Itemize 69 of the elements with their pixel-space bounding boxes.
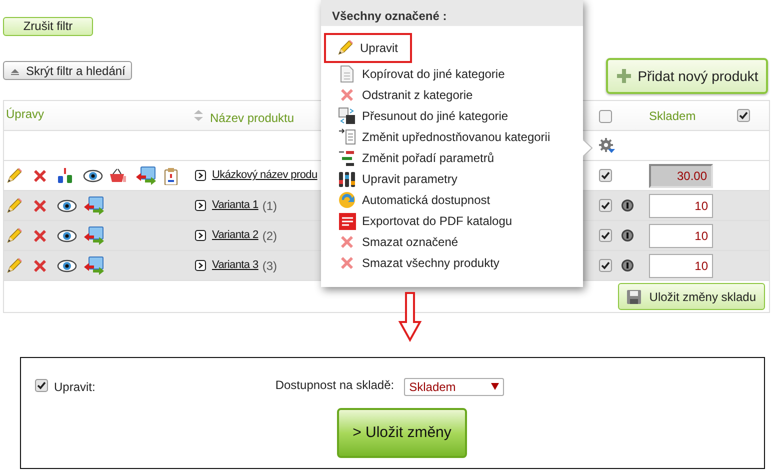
- stock-all-checkbox[interactable]: [737, 109, 750, 122]
- variant-count: (3): [262, 258, 278, 274]
- product-link[interactable]: Varianta 1: [212, 197, 258, 214]
- availability-select[interactable]: Skladem: [404, 378, 504, 396]
- pencil-icon[interactable]: [5, 256, 25, 274]
- expand-icon[interactable]: [195, 230, 206, 241]
- expand-icon[interactable]: [195, 260, 206, 271]
- basket-icon[interactable]: [109, 166, 129, 184]
- menu-pointer-icon: [583, 139, 593, 157]
- pdf-icon[interactable]: [338, 212, 356, 230]
- variant-count: (2): [262, 228, 278, 244]
- checkbox-label: Upravit:: [54, 379, 96, 396]
- stock-field[interactable]: 10: [649, 224, 713, 248]
- stock-field[interactable]: 10: [649, 254, 713, 278]
- menu-item[interactable]: Smazat všechny produkty: [326, 252, 508, 273]
- pencil-icon[interactable]: [5, 196, 25, 214]
- settings-icon[interactable]: [599, 138, 615, 154]
- edit-checkbox[interactable]: [35, 378, 48, 392]
- move-icon[interactable]: [338, 106, 356, 124]
- add-product-button[interactable]: Přidat nový produkt: [606, 58, 768, 94]
- sliders-icon[interactable]: [338, 170, 356, 188]
- menu-item[interactable]: Změnit pořadí parametrů: [326, 147, 502, 168]
- stock-field[interactable]: 30.00: [649, 164, 713, 188]
- menu-item[interactable]: Přesunout do jiné kategorie: [326, 105, 516, 126]
- save-stock-button[interactable]: Uložit změny skladu: [618, 283, 765, 310]
- row-checkbox[interactable]: [599, 259, 612, 272]
- dropdown-icon: [491, 383, 500, 390]
- info-icon: [621, 229, 634, 242]
- expand-icon[interactable]: [195, 170, 206, 181]
- save-changes-button[interactable]: > Uložit změny: [337, 408, 467, 458]
- reorder-icon[interactable]: [338, 148, 356, 166]
- swap-arrows-icon[interactable]: [83, 196, 105, 216]
- cancel-filter-button[interactable]: Zrušit filtr: [3, 17, 93, 36]
- pencil-icon[interactable]: [336, 39, 354, 57]
- stock-field[interactable]: 10: [649, 194, 713, 218]
- field-label: Dostupnost na skladě:: [275, 377, 394, 394]
- swap-arrows-icon[interactable]: [135, 166, 157, 186]
- info-icon: [621, 259, 634, 272]
- pencil-icon[interactable]: [5, 226, 25, 244]
- menu-title: Všechny označené :: [321, 0, 583, 26]
- clipboard-icon[interactable]: [163, 166, 179, 184]
- menu-item[interactable]: Automatická dostupnost: [326, 189, 498, 210]
- row-checkbox[interactable]: [599, 199, 612, 212]
- menu-item[interactable]: Smazat označené: [326, 231, 466, 252]
- menu-item[interactable]: Upravit parametry: [326, 168, 466, 189]
- info-icon: [621, 199, 634, 212]
- plus-icon: [616, 68, 632, 84]
- list-icon[interactable]: [338, 128, 356, 146]
- product-link[interactable]: Ukázkový název produ: [212, 167, 318, 184]
- row-checkbox[interactable]: [599, 169, 612, 182]
- menu-item[interactable]: Odstranit z kategorie: [326, 84, 481, 105]
- menu-item[interactable]: Upravit: [326, 35, 410, 61]
- menu-item[interactable]: Exportovat do PDF katalogu: [326, 210, 520, 231]
- down-arrow-icon: [398, 292, 422, 342]
- product-link[interactable]: Varianta 3: [212, 257, 258, 274]
- product-link[interactable]: Varianta 2: [212, 227, 258, 244]
- menu-item[interactable]: Změnit upřednostňovanou kategorii: [326, 126, 558, 147]
- expand-icon[interactable]: [195, 200, 206, 211]
- row-checkbox[interactable]: [599, 229, 612, 242]
- pencil-icon[interactable]: [5, 166, 25, 184]
- collapse-icon: [10, 66, 20, 74]
- hide-filter-button[interactable]: Skrýt filtr a hledání: [3, 61, 132, 80]
- swap-arrows-icon[interactable]: [83, 226, 105, 246]
- menu-item[interactable]: Kopírovat do jiné kategorie: [326, 63, 513, 84]
- variant-count: (1): [262, 198, 278, 214]
- select-all-checkbox[interactable]: [599, 110, 612, 122]
- swap-arrows-icon[interactable]: [83, 256, 105, 276]
- document-icon[interactable]: [338, 64, 356, 82]
- floppy-icon: [627, 290, 642, 304]
